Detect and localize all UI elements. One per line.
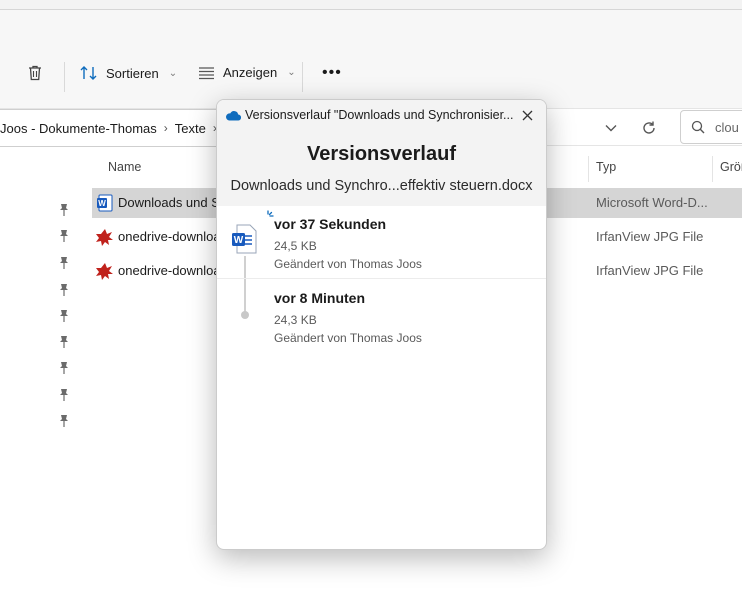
more-icon: ••• [322, 64, 342, 81]
delete-button[interactable] [26, 64, 44, 82]
view-label: Anzeigen [223, 65, 278, 80]
toolbar-separator [64, 62, 65, 92]
sort-button[interactable]: Sortieren ⌄ [80, 65, 177, 81]
view-list-icon [199, 66, 214, 79]
file-type: IrfanView JPG File [596, 263, 704, 278]
flyout-header: Versionsverlauf "Downloads und Synchroni… [217, 100, 546, 206]
onedrive-cloud-icon [226, 111, 241, 121]
command-bar: Sortieren ⌄ Anzeigen ⌄ ••• [0, 10, 742, 108]
search-input[interactable]: clou [680, 110, 742, 144]
flyout-window-title: Versionsverlauf "Downloads und Synchroni… [245, 108, 514, 122]
search-icon [691, 120, 705, 134]
sort-icon [80, 66, 97, 80]
pin-icon [60, 310, 68, 322]
breadcrumb-item[interactable]: Joos - Dokumente-Thomas [0, 121, 157, 136]
address-history-button[interactable] [598, 109, 624, 147]
navigation-pane [0, 147, 88, 600]
column-divider[interactable] [588, 156, 589, 182]
column-header-type[interactable]: Typ [596, 160, 616, 174]
view-button[interactable]: Anzeigen ⌄ [198, 65, 296, 80]
flyout-filename: Downloads und Synchro...effektiv steuern… [230, 178, 533, 194]
column-divider[interactable] [712, 156, 713, 182]
irfanview-icon [96, 263, 113, 280]
close-button[interactable] [518, 106, 536, 124]
column-header-size[interactable]: Größ [720, 160, 742, 174]
word-doc-icon: W [97, 194, 113, 212]
irfanview-icon [96, 229, 113, 246]
window-top-strip [0, 0, 742, 10]
flyout-heading: Versionsverlauf [307, 143, 456, 165]
file-type: IrfanView JPG File [596, 229, 704, 244]
version-entry[interactable]: vor 8 Minuten 24,3 KB Geändert von Thoma… [217, 280, 546, 354]
version-modified-by: Geändert von Thomas Joos [274, 331, 422, 345]
refresh-icon [643, 121, 655, 134]
toolbar-separator [302, 62, 303, 92]
version-time: vor 8 Minuten [274, 290, 366, 306]
trash-icon [29, 65, 41, 81]
chevron-down-icon: ⌄ [168, 67, 178, 79]
pin-icon [60, 257, 68, 269]
chevron-right-icon: › [163, 121, 168, 135]
pin-icon [60, 230, 68, 242]
version-modified-by: Geändert von Thomas Joos [274, 257, 422, 271]
file-type: Microsoft Word-D... [596, 195, 708, 210]
pin-icon [60, 415, 68, 427]
svg-text:W: W [98, 199, 106, 208]
pin-icon [60, 204, 68, 216]
pin-icon [60, 284, 68, 296]
pin-icon [60, 362, 68, 374]
search-value: clou [715, 119, 739, 135]
breadcrumb-item[interactable]: Texte [175, 121, 206, 136]
sort-label: Sortieren [106, 65, 159, 81]
chevron-down-icon: ⌄ [287, 67, 296, 78]
refresh-button[interactable] [636, 109, 662, 147]
version-entry[interactable]: vor 37 Sekunden 24,5 KB Geändert von Tho… [217, 206, 546, 280]
version-size: 24,3 KB [274, 313, 317, 327]
pin-icon [60, 336, 68, 348]
version-history-flyout: Versionsverlauf "Downloads und Synchroni… [216, 99, 547, 550]
column-header-name[interactable]: Name [108, 160, 141, 174]
close-icon [522, 110, 532, 120]
more-options-button[interactable]: ••• [322, 64, 342, 82]
version-size: 24,5 KB [274, 239, 317, 253]
version-time: vor 37 Sekunden [274, 216, 387, 232]
chevron-down-icon [605, 125, 617, 132]
pin-icon [60, 389, 68, 401]
divider [217, 278, 546, 279]
